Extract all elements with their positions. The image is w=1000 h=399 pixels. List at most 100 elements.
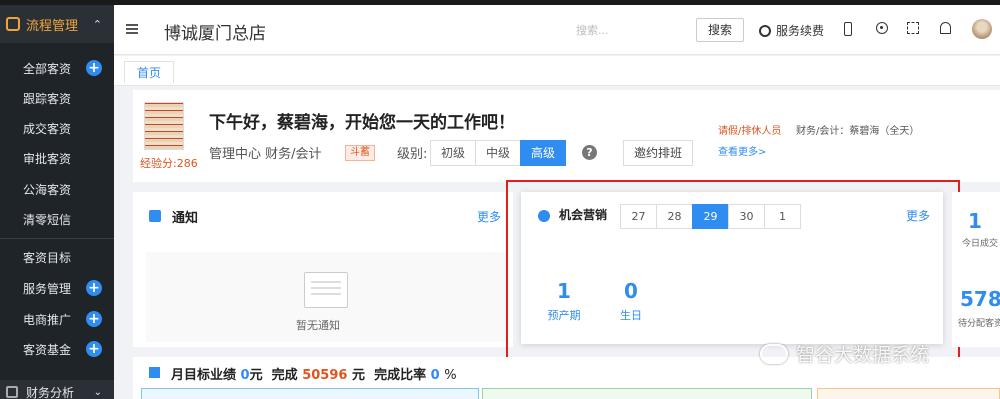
store-title: 博诚厦门总店 — [164, 24, 266, 44]
sidebar-item-label: 公海客资 — [23, 182, 72, 197]
chevron-up-icon: ⌃ — [92, 17, 102, 31]
profile-avatar — [144, 102, 184, 150]
sidebar-item-label: 审批客资 — [23, 151, 72, 166]
monthly-summary: 月目标业绩 0元 完成 50596 元 完成比率 0 % — [171, 364, 457, 383]
sidebar-section-header[interactable]: 流程管理 ⌃ — [0, 5, 114, 43]
sidebar-item-label: 成交客资 — [23, 121, 72, 136]
opportunity-icon — [538, 210, 550, 222]
status-badge: 斗蓄 — [345, 145, 375, 161]
record-icon[interactable] — [876, 22, 888, 34]
stat-birthday[interactable]: 0 生日 — [601, 279, 661, 323]
sidebar-item-label: 服务管理 — [23, 281, 72, 296]
user-avatar[interactable] — [972, 19, 992, 39]
tab-home[interactable]: 首页 — [124, 61, 175, 83]
notice-title: 通知 — [172, 211, 199, 226]
sidebar-item-finance-analysis[interactable]: 财务分析 ⌄ — [0, 380, 114, 399]
sidebar-item-lead-targets[interactable]: 客资目标 — [0, 243, 114, 271]
level-button-beginner[interactable]: 初级 — [430, 140, 476, 166]
invite-schedule-button[interactable]: 邀约排班 — [623, 140, 693, 166]
unit-label: 元 — [249, 368, 263, 383]
stat-label: 今日成交 — [962, 239, 999, 249]
view-more-link[interactable]: 查看更多> — [718, 143, 766, 158]
fullscreen-icon[interactable] — [907, 22, 919, 34]
sidebar-item-closed-leads[interactable]: 成交客资 — [0, 114, 114, 142]
service-renewal-label: 服务续费 — [776, 24, 825, 38]
welcome-panel: 经验分:286 下午好，蔡碧海，开始您一天的工作吧！ 管理中心 财务/会计 斗蓄… — [133, 90, 1000, 182]
sidebar-item-clear-sms[interactable]: 清零短信 — [0, 205, 114, 233]
sidebar-item-label: 跟踪客资 — [23, 91, 72, 106]
service-renewal-link[interactable]: 服务续费 — [759, 22, 824, 39]
notice-card: 通知 更多 暂无通知 — [133, 192, 513, 347]
sidebar-item-all-leads[interactable]: 全部客资 + — [0, 54, 114, 82]
sidebar-item-ecommerce[interactable]: 电商推广 + — [0, 305, 114, 333]
add-icon[interactable]: + — [86, 280, 102, 296]
opportunity-title: 机会营销 — [559, 208, 608, 222]
sidebar-item-label: 客资目标 — [23, 250, 72, 265]
tab-bar: 首页 — [114, 56, 1000, 86]
sidebar-item-label: 财务分析 — [26, 385, 75, 399]
finance-icon — [6, 386, 18, 398]
sidebar-divider — [0, 238, 114, 239]
rate-label: 完成比率 — [374, 368, 427, 383]
top-header: 博诚厦门总店 搜索... 搜索 服务续费 — [114, 5, 1000, 55]
stat-due-date[interactable]: 1 预产期 — [534, 279, 594, 323]
sidebar-item-approval-leads[interactable]: 审批客资 — [0, 144, 114, 172]
bell-icon[interactable] — [940, 22, 951, 34]
complete-value: 50596 — [302, 368, 348, 383]
sidebar-item-label: 客资基金 — [23, 342, 72, 357]
date-button[interactable]: 30 — [728, 204, 765, 229]
sidebar-item-lead-fund[interactable]: 客资基金 + — [0, 335, 114, 363]
target-card — [141, 388, 479, 399]
date-button-active[interactable]: 29 — [692, 204, 729, 229]
date-button[interactable]: 1 — [764, 204, 801, 229]
date-selector: 27 28 29 30 1 — [620, 204, 801, 229]
add-icon[interactable]: + — [86, 60, 102, 76]
level-button-advanced[interactable]: 高级 — [520, 140, 566, 166]
workflow-icon — [6, 17, 20, 31]
stat-label: 生日 — [620, 309, 642, 322]
notice-empty-state: 暂无通知 — [146, 252, 506, 342]
sidebar-item-public-leads[interactable]: 公海客资 — [0, 175, 114, 203]
chevron-down-icon: ⌄ — [93, 386, 102, 398]
right-stats-panel: 1 今日成交 578 待分配客资 — [952, 192, 1000, 347]
sidebar-item-label: 电商推广 — [23, 312, 72, 327]
notice-more-link[interactable]: 更多 — [477, 208, 501, 225]
add-icon[interactable]: + — [86, 311, 102, 327]
complete-label: 完成 — [271, 368, 298, 383]
date-button[interactable]: 27 — [620, 204, 657, 229]
sidebar-item-label: 全部客资 — [23, 61, 72, 76]
level-selector: 初级 中级 高级 — [430, 140, 566, 166]
chart-icon — [149, 367, 160, 378]
menu-toggle-icon[interactable] — [126, 24, 138, 36]
search-input[interactable]: 搜索... — [576, 22, 609, 38]
wechat-icon — [760, 343, 788, 364]
greeting-text: 下午好，蔡碧海，开始您一天的工作吧！ — [209, 113, 515, 133]
stat-value: 578 — [960, 287, 1000, 311]
search-button[interactable]: 搜索 — [696, 18, 744, 42]
sidebar-item-label: 清零短信 — [23, 212, 72, 227]
rate-value: 0 — [430, 368, 440, 383]
sidebar-item-tracking-leads[interactable]: 跟踪客资 — [0, 84, 114, 112]
stat-value: 0 — [624, 279, 638, 303]
monthly-target: 0 — [240, 368, 250, 383]
document-icon — [304, 272, 348, 308]
sidebar-section-title: 流程管理 — [26, 18, 79, 34]
help-icon[interactable]: ? — [582, 145, 597, 160]
monthly-title: 月目标业绩 — [171, 368, 237, 383]
leave-staff-link[interactable]: 请假/排休人员 — [718, 122, 781, 137]
empty-text: 暂无通知 — [296, 319, 340, 332]
add-icon[interactable]: + — [86, 341, 102, 357]
watermark: 智谷大数据系统 — [760, 340, 929, 367]
stat-value: 1 — [968, 209, 982, 233]
opportunity-more-link[interactable]: 更多 — [906, 207, 930, 224]
headset-icon — [759, 24, 771, 37]
experience-points: 经验分:286 — [140, 157, 198, 170]
sidebar-item-service-management[interactable]: 服务管理 + — [0, 274, 114, 302]
sidebar: 流程管理 ⌃ 全部客资 + 跟踪客资 成交客资 审批客资 公海客资 清零短信 客资… — [0, 5, 114, 399]
stat-label: 预产期 — [547, 309, 581, 322]
leave-staff-text: 财务/会计：蔡碧海（全天） — [796, 126, 920, 137]
date-button[interactable]: 28 — [656, 204, 693, 229]
user-role: 管理中心 财务/会计 — [209, 147, 322, 162]
level-button-intermediate[interactable]: 中级 — [475, 140, 521, 166]
phone-icon[interactable] — [844, 22, 852, 36]
